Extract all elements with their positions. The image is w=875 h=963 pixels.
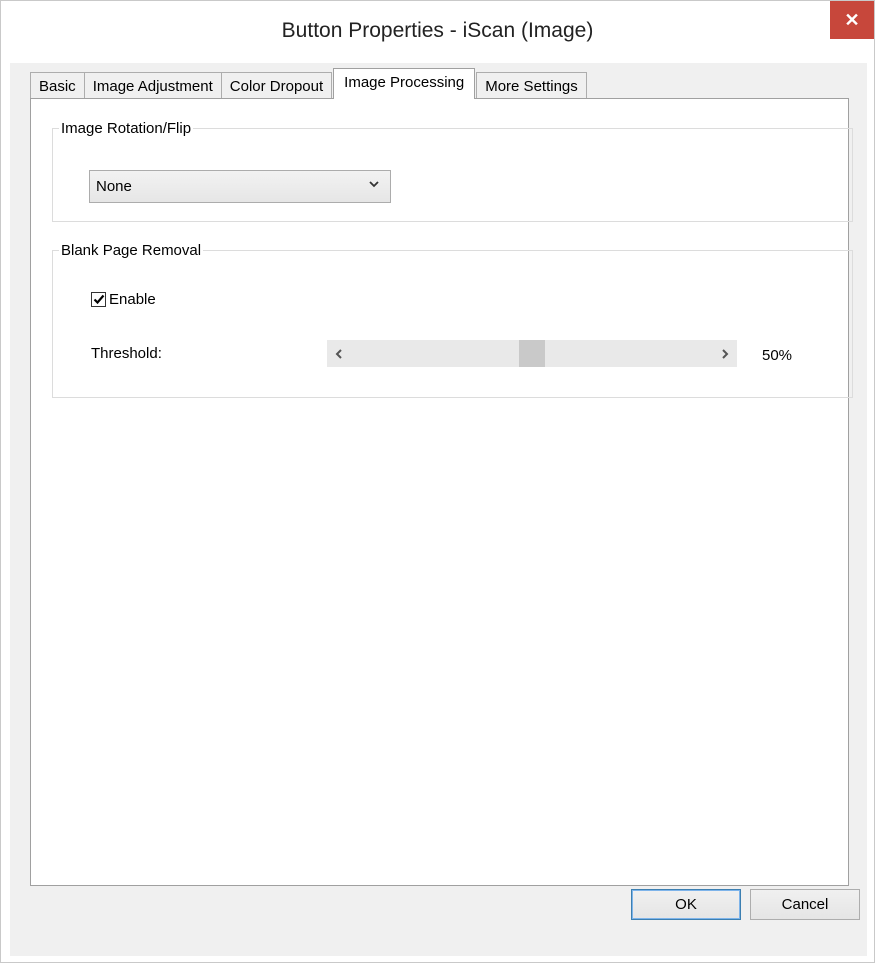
title-bar[interactable]: Button Properties - iScan (Image) ✕ bbox=[1, 1, 874, 63]
rotation-select[interactable]: None bbox=[89, 170, 391, 203]
tab-more-settings[interactable]: More Settings bbox=[476, 72, 587, 99]
threshold-slider[interactable] bbox=[327, 340, 737, 367]
scroll-left-arrow-icon[interactable] bbox=[327, 343, 351, 364]
tab-image-adjustment[interactable]: Image Adjustment bbox=[83, 72, 222, 99]
chevron-down-icon bbox=[368, 178, 380, 193]
threshold-slider-thumb[interactable] bbox=[519, 340, 545, 367]
dialog-window: Button Properties - iScan (Image) ✕ Basi… bbox=[0, 0, 875, 963]
threshold-label: Threshold: bbox=[91, 345, 162, 362]
checkmark-icon bbox=[93, 293, 105, 307]
enable-label: Enable bbox=[109, 291, 156, 308]
close-button[interactable]: ✕ bbox=[830, 1, 874, 39]
image-rotation-label: Image Rotation/Flip bbox=[61, 120, 192, 137]
blank-page-removal-group: Blank Page Removal Enable Threshold: 50% bbox=[52, 242, 853, 398]
image-rotation-group: Image Rotation/Flip None bbox=[52, 120, 853, 222]
close-icon: ✕ bbox=[844, 9, 860, 30]
tab-image-processing[interactable]: Image Processing bbox=[333, 68, 476, 99]
enable-checkbox-row[interactable]: Enable bbox=[91, 291, 156, 308]
dialog-client: Basic Image Adjustment Color Dropout Ima… bbox=[10, 63, 867, 956]
enable-checkbox[interactable] bbox=[91, 292, 106, 307]
threshold-value: 50% bbox=[762, 347, 793, 364]
tab-basic[interactable]: Basic bbox=[30, 72, 85, 99]
tab-panel: Image Rotation/Flip None Blank Page Remo… bbox=[30, 98, 853, 886]
scroll-right-arrow-icon[interactable] bbox=[713, 343, 737, 364]
rotation-selected-value: None bbox=[96, 178, 132, 195]
blank-page-removal-label: Blank Page Removal bbox=[61, 242, 202, 259]
ok-button[interactable]: OK bbox=[631, 889, 741, 920]
cancel-button[interactable]: Cancel bbox=[750, 889, 860, 920]
tab-color-dropout[interactable]: Color Dropout bbox=[220, 72, 333, 99]
window-title: Button Properties - iScan (Image) bbox=[281, 19, 594, 42]
tab-strip: Basic Image Adjustment Color Dropout Ima… bbox=[30, 68, 587, 99]
